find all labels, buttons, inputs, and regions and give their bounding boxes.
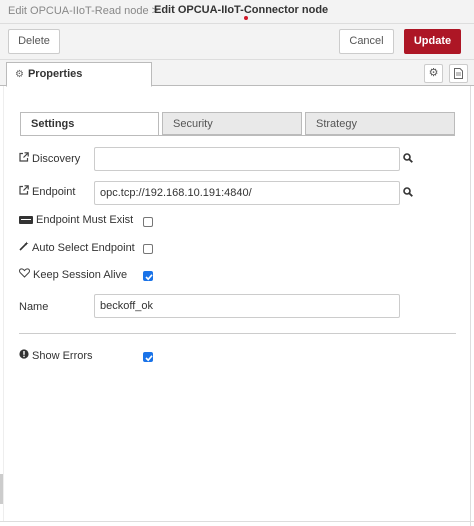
endpoint-label: Endpoint bbox=[19, 185, 75, 198]
tab-properties-label: Properties bbox=[27, 68, 83, 80]
show-errors-label: Show Errors bbox=[19, 349, 93, 362]
plug-icon bbox=[19, 216, 33, 224]
gear-icon: ⚙ bbox=[428, 67, 439, 79]
discovery-label: Discovery bbox=[19, 152, 80, 165]
magic-wand-icon bbox=[19, 241, 29, 251]
keep-session-alive-checkbox[interactable] bbox=[143, 271, 153, 281]
search-icon[interactable] bbox=[403, 187, 413, 197]
resize-handle[interactable] bbox=[0, 474, 3, 504]
description-tab-button[interactable] bbox=[449, 64, 468, 83]
external-link-icon bbox=[19, 152, 29, 162]
settings-tab-button[interactable]: ⚙ bbox=[424, 64, 443, 83]
tab-bar: ⚙ Properties ⚙ bbox=[0, 60, 474, 87]
external-link-icon bbox=[19, 185, 29, 195]
auto-select-endpoint-label: Auto Select Endpoint bbox=[19, 241, 135, 254]
subtab-security[interactable]: Security bbox=[162, 112, 302, 135]
form-divider bbox=[19, 333, 456, 334]
discovery-input[interactable] bbox=[94, 147, 400, 171]
delete-button[interactable]: Delete bbox=[8, 29, 60, 54]
subtab-strategy[interactable]: Strategy bbox=[305, 112, 455, 135]
update-button[interactable]: Update bbox=[404, 29, 461, 54]
heart-icon bbox=[19, 268, 30, 278]
endpoint-must-exist-label: Endpoint Must Exist bbox=[19, 214, 133, 226]
subtab-settings[interactable]: Settings bbox=[20, 112, 159, 136]
name-input[interactable] bbox=[94, 294, 400, 318]
panel-left-edge bbox=[0, 86, 6, 521]
document-icon bbox=[454, 68, 463, 79]
changed-indicator bbox=[244, 16, 248, 20]
panel-right-edge bbox=[470, 86, 471, 526]
auto-select-endpoint-checkbox[interactable] bbox=[143, 244, 153, 254]
cancel-button[interactable]: Cancel bbox=[339, 29, 394, 54]
show-errors-checkbox[interactable] bbox=[143, 352, 153, 362]
panel-bottom-edge bbox=[0, 521, 474, 522]
breadcrumb: Edit OPCUA-IIoT-Read node > Edit OPCUA-I… bbox=[0, 0, 474, 24]
endpoint-input[interactable] bbox=[94, 181, 400, 205]
exclamation-icon bbox=[19, 349, 29, 359]
name-label: Name bbox=[19, 301, 49, 313]
breadcrumb-prev[interactable]: Edit OPCUA-IIoT-Read node > bbox=[8, 5, 158, 17]
page-title: Edit OPCUA-IIoT-Connector node bbox=[154, 4, 329, 16]
search-icon[interactable] bbox=[403, 153, 413, 163]
endpoint-must-exist-checkbox[interactable] bbox=[143, 217, 153, 227]
tab-properties[interactable]: ⚙ Properties bbox=[6, 62, 152, 87]
gear-icon: ⚙ bbox=[15, 69, 24, 80]
tray-toolbar: Delete Cancel Update bbox=[0, 24, 474, 60]
subtab-divider bbox=[20, 135, 455, 136]
keep-session-alive-label: Keep Session Alive bbox=[19, 268, 127, 281]
